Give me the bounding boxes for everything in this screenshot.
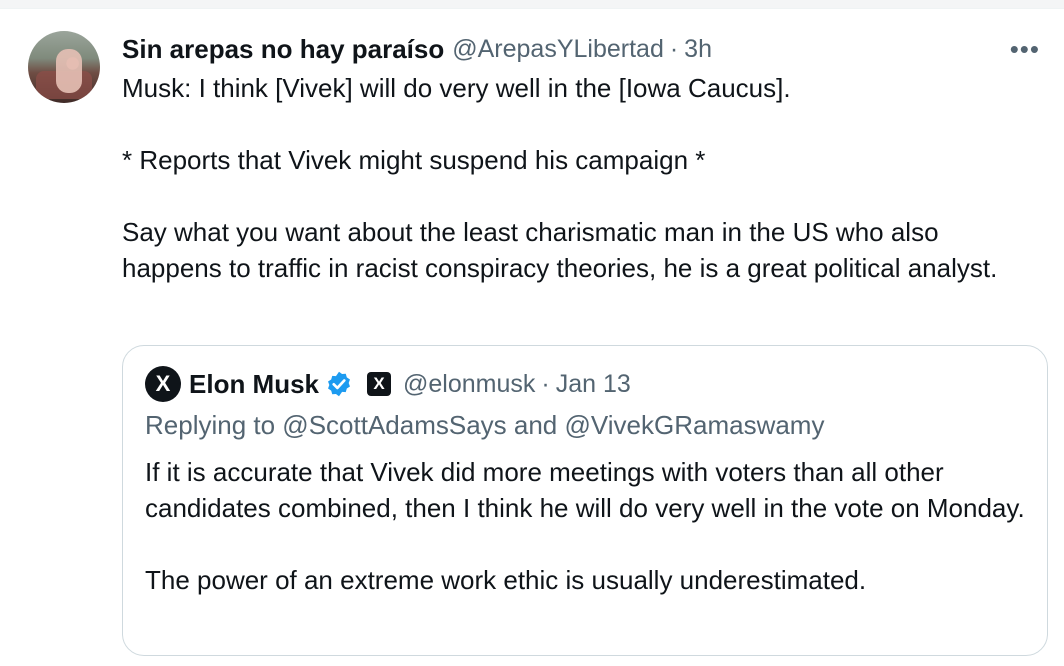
author-name[interactable]: Sin arepas no hay paraíso [122,34,444,65]
quoted-tweet[interactable]: X Elon Musk X @elonmusk · Jan 13 Replyin… [122,345,1048,656]
top-divider [0,0,1064,9]
verified-badge-icon [328,371,350,397]
quoted-author-avatar[interactable]: X [145,366,181,402]
tweet-header: Sin arepas no hay paraíso @ArepasYLibert… [122,32,712,66]
more-options-icon[interactable]: ••• [1010,34,1040,65]
tweet-timestamp[interactable]: 3h [684,35,712,64]
quoted-tweet-text: If it is accurate that Vivek did more me… [145,457,1025,595]
header-separator: · [669,34,679,63]
quoted-author-name[interactable]: Elon Musk [189,369,319,400]
quoted-author-handle[interactable]: @elonmusk [403,370,535,399]
quoted-header-separator: · [541,369,550,398]
x-logo-icon: X [367,372,392,396]
replying-to-line: Replying to @ScottAdamsSays and @VivekGR… [145,410,825,440]
quoted-timestamp[interactable]: Jan 13 [556,370,631,399]
avatar[interactable] [28,31,100,103]
avatar-photo-figure [56,49,82,93]
author-handle[interactable]: @ArepasYLibertad [452,35,664,64]
tweet-text: Musk: I think [Vivek] will do very well … [122,73,998,283]
quoted-tweet-header: X Elon Musk X @elonmusk · Jan 13 [145,366,631,402]
